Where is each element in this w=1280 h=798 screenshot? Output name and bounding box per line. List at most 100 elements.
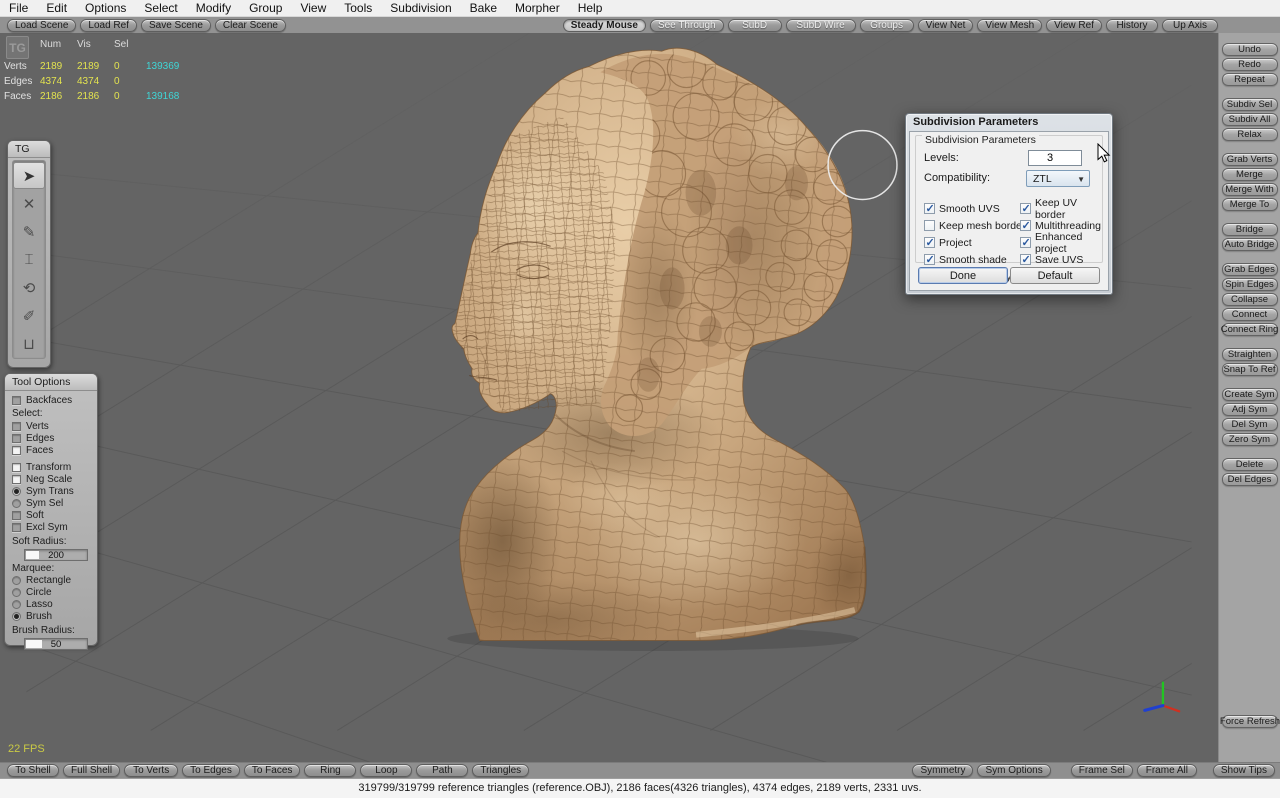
merge-button[interactable]: Merge xyxy=(1222,168,1278,181)
zero-sym-button[interactable]: Zero Sym xyxy=(1222,433,1278,446)
menu-tools[interactable]: Tools xyxy=(335,0,381,17)
load-ref-button[interactable]: Load Ref xyxy=(80,19,137,32)
bridge-tool-icon[interactable]: ⌶ xyxy=(13,246,45,273)
menu-bake[interactable]: Bake xyxy=(461,0,506,17)
view-mesh-toggle[interactable]: View Mesh xyxy=(977,19,1042,32)
clear-scene-button[interactable]: Clear Scene xyxy=(215,19,286,32)
subdiv-sel-button[interactable]: Subdiv Sel xyxy=(1222,98,1278,111)
repeat-button[interactable]: Repeat xyxy=(1222,73,1278,86)
connect-ring-button[interactable]: Connect Ring xyxy=(1222,323,1278,336)
path-button[interactable]: Path xyxy=(416,764,468,777)
loop-button[interactable]: Loop xyxy=(360,764,412,777)
keep-mesh-border-checkbox[interactable] xyxy=(924,220,935,231)
excl-sym-checkbox[interactable] xyxy=(12,523,21,532)
subd-toggle[interactable]: SubD xyxy=(728,19,782,32)
save-scene-button[interactable]: Save Scene xyxy=(141,19,211,32)
spin-edges-button[interactable]: Spin Edges xyxy=(1222,278,1278,291)
select-verts-checkbox[interactable] xyxy=(12,422,21,431)
adj-sym-button[interactable]: Adj Sym xyxy=(1222,403,1278,416)
subd-wire-toggle[interactable]: SubD Wire xyxy=(786,19,856,32)
keep-uv-border-checkbox[interactable] xyxy=(1020,203,1031,214)
neg-scale-checkbox[interactable] xyxy=(12,475,21,484)
relax-button[interactable]: Relax xyxy=(1222,128,1278,141)
create-sym-button[interactable]: Create Sym xyxy=(1222,388,1278,401)
brush-radius-slider[interactable]: 50 xyxy=(24,638,88,650)
transform-checkbox[interactable] xyxy=(12,463,21,472)
marquee-lasso-radio[interactable] xyxy=(12,600,21,609)
bridge-button[interactable]: Bridge xyxy=(1222,223,1278,236)
del-sym-button[interactable]: Del Sym xyxy=(1222,418,1278,431)
soft-radius-slider[interactable]: 200 xyxy=(24,549,88,561)
levels-input[interactable] xyxy=(1028,150,1082,166)
straighten-button[interactable]: Straighten xyxy=(1222,348,1278,361)
force-refresh-button[interactable]: Force Refresh xyxy=(1222,715,1278,728)
view-net-toggle[interactable]: View Net xyxy=(918,19,974,32)
symmetry-button[interactable]: Symmetry xyxy=(912,764,973,777)
sym-sel-radio[interactable] xyxy=(12,499,21,508)
done-button[interactable]: Done xyxy=(918,267,1008,284)
menu-help[interactable]: Help xyxy=(569,0,612,17)
project-checkbox[interactable] xyxy=(924,237,935,248)
sym-trans-radio[interactable] xyxy=(12,487,21,496)
to-shell-button[interactable]: To Shell xyxy=(7,764,59,777)
menu-edit[interactable]: Edit xyxy=(37,0,76,17)
to-edges-button[interactable]: To Edges xyxy=(182,764,240,777)
connect-button[interactable]: Connect xyxy=(1222,308,1278,321)
auto-bridge-button[interactable]: Auto Bridge xyxy=(1222,238,1278,251)
marquee-rectangle-radio[interactable] xyxy=(12,576,21,585)
frame-all-button[interactable]: Frame All xyxy=(1137,764,1197,777)
to-verts-button[interactable]: To Verts xyxy=(124,764,178,777)
dialog-titlebar[interactable]: Subdivision Parameters xyxy=(906,114,1112,130)
triangles-button[interactable]: Triangles xyxy=(472,764,529,777)
select-arrow-tool-icon[interactable]: ➤ xyxy=(13,162,45,189)
to-faces-button[interactable]: To Faces xyxy=(244,764,301,777)
sym-options-button[interactable]: Sym Options xyxy=(977,764,1050,777)
menu-subdivision[interactable]: Subdivision xyxy=(381,0,460,17)
menu-modify[interactable]: Modify xyxy=(187,0,240,17)
marquee-circle-radio[interactable] xyxy=(12,588,21,597)
show-tips-button[interactable]: Show Tips xyxy=(1213,764,1275,777)
spin-tool-icon[interactable]: ⟲ xyxy=(13,274,45,301)
load-scene-button[interactable]: Load Scene xyxy=(7,19,76,32)
bust-model[interactable] xyxy=(390,40,889,659)
see-through-toggle[interactable]: See Through xyxy=(650,19,724,32)
menu-options[interactable]: Options xyxy=(76,0,135,17)
grab-verts-button[interactable]: Grab Verts xyxy=(1222,153,1278,166)
up-axis-button[interactable]: Up Axis xyxy=(1162,19,1218,32)
menu-view[interactable]: View xyxy=(291,0,335,17)
redo-button[interactable]: Redo xyxy=(1222,58,1278,71)
smooth-shade-checkbox[interactable] xyxy=(924,254,935,265)
full-shell-button[interactable]: Full Shell xyxy=(63,764,120,777)
view-ref-toggle[interactable]: View Ref xyxy=(1046,19,1102,32)
delete-x-tool-icon[interactable]: ✕ xyxy=(13,190,45,217)
menu-morpher[interactable]: Morpher xyxy=(506,0,569,17)
save-uvs-checkbox[interactable] xyxy=(1020,254,1031,265)
extrude-tool-icon[interactable]: ⊔ xyxy=(13,330,45,357)
groups-toggle[interactable]: Groups xyxy=(860,19,914,32)
ring-button[interactable]: Ring xyxy=(304,764,356,777)
undo-button[interactable]: Undo xyxy=(1222,43,1278,56)
backfaces-checkbox[interactable] xyxy=(12,396,21,405)
menu-file[interactable]: File xyxy=(0,0,37,17)
merge-to-button[interactable]: Merge To xyxy=(1222,198,1278,211)
select-edges-checkbox[interactable] xyxy=(12,434,21,443)
smooth-uvs-checkbox[interactable] xyxy=(924,203,935,214)
tool-options-title[interactable]: Tool Options xyxy=(5,374,97,391)
brush-tool-icon[interactable]: ✐ xyxy=(13,302,45,329)
subdiv-all-button[interactable]: Subdiv All xyxy=(1222,113,1278,126)
tg-toolbox-title[interactable]: TG xyxy=(8,141,50,158)
collapse-button[interactable]: Collapse xyxy=(1222,293,1278,306)
soft-checkbox[interactable] xyxy=(12,511,21,520)
compatibility-dropdown[interactable]: ZTL ▼ xyxy=(1026,170,1090,187)
delete-button[interactable]: Delete xyxy=(1222,458,1278,471)
multithreading-checkbox[interactable] xyxy=(1020,220,1031,231)
snap-to-ref-button[interactable]: Snap To Ref xyxy=(1222,363,1278,376)
enhanced-project-checkbox[interactable] xyxy=(1020,237,1031,248)
frame-sel-button[interactable]: Frame Sel xyxy=(1071,764,1133,777)
del-edges-button[interactable]: Del Edges xyxy=(1222,473,1278,486)
history-button[interactable]: History xyxy=(1106,19,1158,32)
menu-select[interactable]: Select xyxy=(135,0,186,17)
menu-group[interactable]: Group xyxy=(240,0,291,17)
select-faces-checkbox[interactable] xyxy=(12,446,21,455)
marquee-brush-radio[interactable] xyxy=(12,612,21,621)
